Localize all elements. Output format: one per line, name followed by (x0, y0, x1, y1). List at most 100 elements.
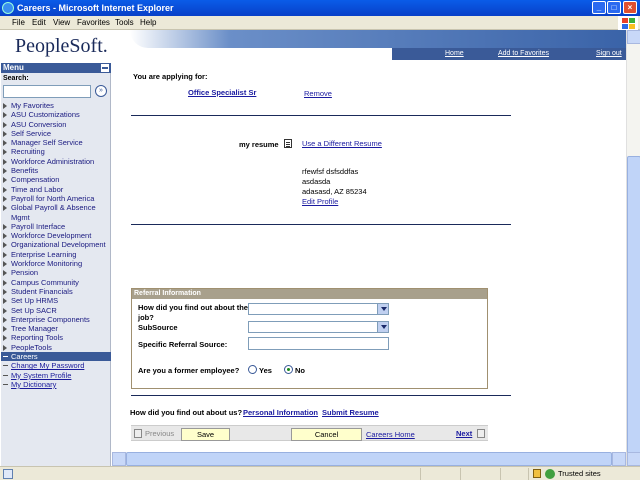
chevron-down-icon[interactable] (377, 322, 388, 332)
sidebar-item-workforce-monitoring[interactable]: Workforce Monitoring (1, 259, 111, 268)
sidebar-item-time-and-labor[interactable]: Time and Labor (1, 185, 111, 194)
how-find-job-select[interactable] (248, 303, 389, 315)
remove-link[interactable]: Remove (304, 89, 332, 98)
menu-file[interactable]: File (12, 18, 25, 27)
menu-edit[interactable]: Edit (32, 18, 46, 27)
sidebar-item-peopletools[interactable]: PeopleTools (1, 343, 111, 352)
header-banner (130, 30, 626, 48)
sidebar-item-pension[interactable]: Pension (1, 268, 111, 277)
subsource-label: SubSource (138, 323, 178, 332)
sidebar-item-set-up-sacr[interactable]: Set Up SACR (1, 306, 111, 315)
former-employee-label: Are you a former employee? (138, 366, 240, 375)
scroll-right-icon[interactable] (612, 452, 626, 466)
former-employee-yes-radio[interactable] (248, 365, 257, 374)
sidebar-item-set-up-hrms[interactable]: Set Up HRMS (1, 296, 111, 305)
sidebar-item-reporting-tools[interactable]: Reporting Tools (1, 333, 111, 342)
search-input[interactable] (3, 85, 91, 98)
job-link[interactable]: Office Specialist Sr (188, 88, 256, 97)
sidebar-item-workforce-development[interactable]: Workforce Development (1, 231, 111, 240)
sidebar-item-payroll-north-america[interactable]: Payroll for North America (1, 194, 111, 203)
menu-view[interactable]: View (53, 18, 70, 27)
former-employee-no-radio[interactable] (284, 365, 293, 374)
sidebar-item-student-financials[interactable]: Student Financials (1, 287, 111, 296)
search-go-icon[interactable]: » (95, 85, 107, 97)
vertical-scrollbar[interactable] (626, 30, 640, 466)
header-links: Home Add to Favorites Sign out (392, 48, 626, 60)
sidebar-item-payroll-interface[interactable]: Payroll Interface (1, 222, 111, 231)
edit-profile-link[interactable]: Edit Profile (302, 197, 338, 206)
sidebar-item-tree-manager[interactable]: Tree Manager (1, 324, 111, 333)
search-label: Search: (3, 75, 29, 82)
divider (131, 224, 511, 225)
sidebar-item-organizational-development[interactable]: Organizational Development (1, 240, 111, 249)
chevron-down-icon[interactable] (377, 304, 388, 314)
peoplesoft-header: PeopleSoft. Home Add to Favorites Sign o… (0, 30, 626, 60)
sidebar-item-enterprise-learning[interactable]: Enterprise Learning (1, 250, 111, 259)
sign-out-link[interactable]: Sign out (596, 50, 622, 57)
sidebar-item-enterprise-components[interactable]: Enterprise Components (1, 315, 111, 324)
specific-referral-label: Specific Referral Source: (138, 340, 228, 349)
sidebar-sub-change-password[interactable]: Change My Password (1, 361, 111, 370)
referral-section: Referral Information How did you find ou… (131, 288, 488, 389)
how-find-job-label-cont: job? (138, 313, 154, 322)
personal-information-link[interactable]: Personal Information (243, 408, 318, 417)
page-icon (3, 469, 13, 479)
subsource-select[interactable] (248, 321, 389, 333)
sidebar-item-self-service[interactable]: Self Service (1, 129, 111, 138)
menu-tools[interactable]: Tools (115, 18, 134, 27)
sidebar-item-asu-customizations[interactable]: ASU Customizations (1, 110, 111, 119)
careers-home-link[interactable]: Careers Home (366, 430, 415, 439)
address-line-3: adasasd, AZ 85234 (302, 187, 367, 196)
save-button[interactable]: Save (181, 428, 230, 441)
horizontal-scrollbar[interactable] (112, 452, 626, 466)
applying-label: You are applying for: (133, 72, 208, 81)
main-panel: You are applying for: Office Specialist … (128, 66, 626, 466)
scroll-left-icon[interactable] (112, 452, 126, 466)
scroll-thumb[interactable] (627, 156, 640, 456)
sidebar-menu: Menu Search: » My Favorites ASU Customiz… (0, 63, 112, 466)
collapse-menu-icon[interactable] (101, 64, 109, 72)
action-toolbar: Previous Save Cancel Careers Home Next (131, 425, 488, 441)
menu-title: Menu (3, 63, 24, 72)
status-bar: Trusted sites (0, 466, 640, 480)
sidebar-item-recruiting[interactable]: Recruiting (1, 147, 111, 156)
scroll-up-icon[interactable] (627, 30, 640, 44)
specific-referral-input[interactable] (248, 337, 389, 350)
add-to-favorites-link[interactable]: Add to Favorites (498, 50, 549, 57)
resume-label: my resume (239, 140, 279, 149)
use-different-resume-link[interactable]: Use a Different Resume (302, 139, 382, 148)
menu-favorites[interactable]: Favorites (77, 18, 110, 27)
sidebar-item-manager-self-service[interactable]: Manager Self Service (1, 138, 111, 147)
sidebar-sub-my-dictionary[interactable]: My Dictionary (1, 380, 111, 389)
cancel-button[interactable]: Cancel (291, 428, 362, 441)
sidebar-item-benefits[interactable]: Benefits (1, 166, 111, 175)
home-link[interactable]: Home (445, 50, 464, 57)
sidebar-item-global-payroll[interactable]: Global Payroll & Absence (1, 203, 111, 212)
menu-help[interactable]: Help (140, 18, 156, 27)
hscroll-thumb[interactable] (126, 452, 612, 466)
sidebar-item-careers[interactable]: Careers (1, 352, 111, 362)
how-find-job-label: How did you find out about the (138, 303, 248, 312)
resume-document-icon (284, 139, 292, 148)
yes-label: Yes (259, 366, 272, 375)
referral-title: Referral Information (132, 289, 487, 299)
sidebar-item-asu-conversion[interactable]: ASU Conversion (1, 120, 111, 129)
menu-list: My Favorites ASU Customizations ASU Conv… (1, 101, 111, 389)
ie-icon (2, 2, 14, 14)
close-button[interactable]: × (623, 1, 637, 14)
sidebar-sub-my-system-profile[interactable]: My System Profile (1, 371, 111, 380)
submit-resume-link[interactable]: Submit Resume (322, 408, 379, 417)
sidebar-item-my-favorites[interactable]: My Favorites (1, 101, 111, 110)
sidebar-item-workforce-administration[interactable]: Workforce Administration (1, 157, 111, 166)
sidebar-item-compensation[interactable]: Compensation (1, 175, 111, 184)
page-content: PeopleSoft. Home Add to Favorites Sign o… (0, 30, 626, 466)
sidebar-item-global-payroll-cont[interactable]: Mgmt (1, 213, 111, 222)
scroll-down-icon[interactable] (627, 452, 640, 466)
peoplesoft-logo: PeopleSoft. (15, 35, 108, 57)
minimize-button[interactable]: _ (592, 1, 606, 14)
trusted-sites-icon (545, 469, 555, 479)
maximize-button[interactable]: □ (607, 1, 621, 14)
address-line-1: rfewfsf dsfsddfas (302, 167, 359, 176)
sidebar-item-campus-community[interactable]: Campus Community (1, 278, 111, 287)
chevron-right-icon (477, 429, 485, 438)
